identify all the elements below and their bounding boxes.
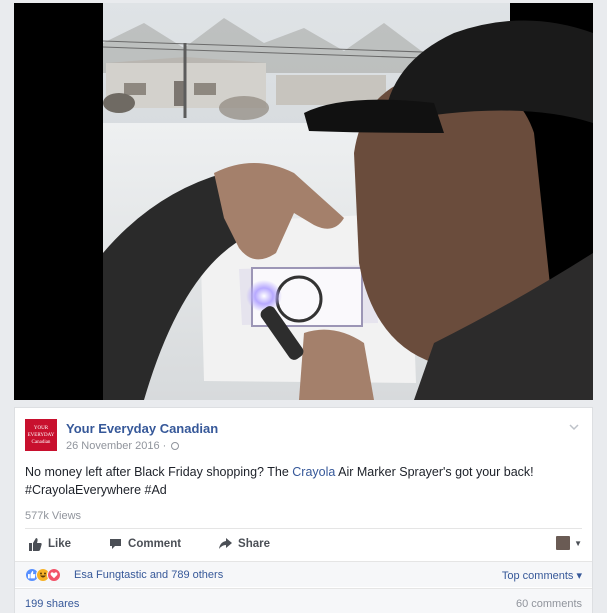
page-avatar[interactable]: YOUR EVERYDAY Canadian [25, 419, 57, 451]
post-date[interactable]: 26 November 2016 [66, 440, 160, 452]
share-label: Share [238, 538, 271, 550]
view-count: 577k Views [25, 510, 82, 522]
top-comments-dropdown[interactable]: Top comments ▾ [502, 569, 582, 582]
page-avatar-line2: Canadian [31, 439, 51, 445]
post-hashtags[interactable]: #CrayolaEverywhere #Ad [25, 481, 582, 499]
video-player[interactable] [14, 3, 593, 400]
reaction-icons[interactable] [25, 568, 61, 582]
love-reaction-icon [47, 568, 61, 582]
stats-bar: 199 shares 60 comments [15, 588, 592, 613]
globe-icon [171, 442, 180, 450]
comment-label: Comment [128, 538, 182, 550]
post-text-line1: No money left after Black Friday shoppin… [25, 463, 582, 481]
post-text-after: Air Marker Sprayer's got your back! [335, 465, 534, 479]
reactions-bar: Esa Fungtastic and 789 others Top commen… [15, 561, 592, 587]
post-header: YOUR EVERYDAY Canadian Your Everyday Can… [25, 419, 582, 459]
post-text: No money left after Black Friday shoppin… [25, 463, 582, 499]
reactors-link[interactable]: Esa Fungtastic and 789 others [74, 569, 223, 581]
date-separator: · [162, 440, 167, 452]
speech-bubble-icon [110, 539, 122, 549]
like-button[interactable]: Like [29, 537, 72, 551]
page-name-link[interactable]: Your Everyday Canadian [66, 421, 218, 436]
share-arrow-icon [219, 538, 233, 549]
comments-count[interactable]: 60 comments [516, 598, 582, 610]
shares-link[interactable]: 199 shares [25, 598, 79, 610]
crayola-link[interactable]: Crayola [292, 465, 335, 479]
post-card: YOUR EVERYDAY Canadian Your Everyday Can… [14, 407, 593, 613]
post-meta: 26 November 2016 · [66, 440, 180, 452]
share-button[interactable]: Share [219, 538, 270, 550]
like-label: Like [48, 538, 72, 550]
caret-down-icon: ▼ [574, 538, 582, 548]
actions-divider-top [25, 528, 582, 529]
thumbs-up-icon [29, 537, 42, 551]
top-comments-label: Top comments [501, 570, 574, 582]
viewer-avatar [556, 536, 571, 550]
page-avatar-line1: YOUR EVERYDAY [27, 425, 55, 438]
post-text-before: No money left after Black Friday shoppin… [25, 465, 293, 479]
post-actions: Like Comment Share ▼ [25, 532, 582, 556]
chevron-down-icon[interactable] [568, 421, 580, 433]
top-comments-caret: ▾ [576, 570, 582, 582]
video-frame [102, 3, 593, 400]
viewer-avatar-picker[interactable]: ▼ [556, 536, 582, 550]
comment-button[interactable]: Comment [109, 538, 181, 550]
